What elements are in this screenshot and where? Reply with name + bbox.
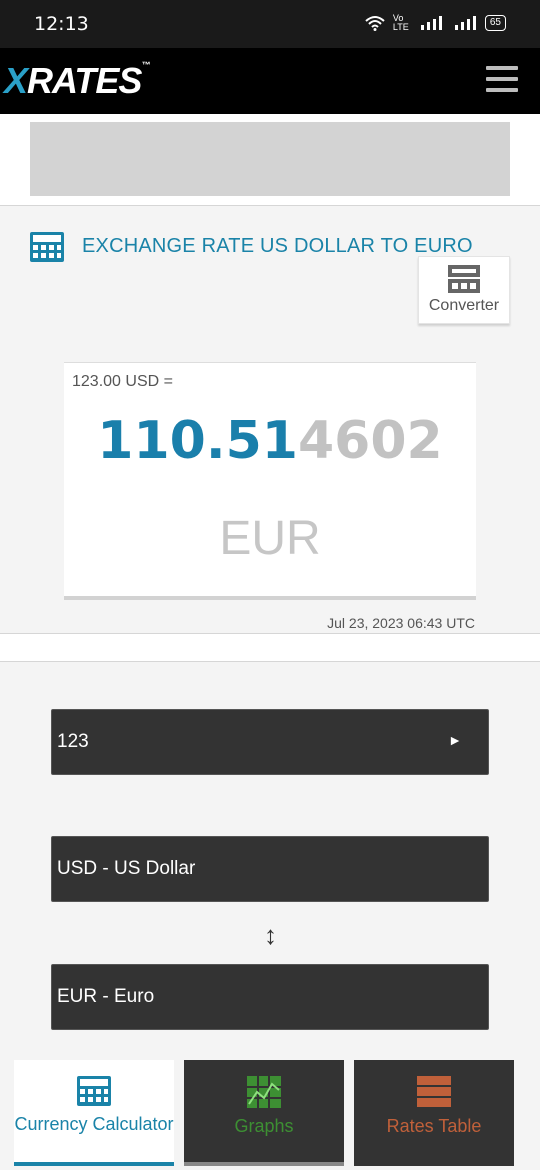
result-amount: 110.514602	[64, 411, 476, 471]
from-currency-select[interactable]: USD - US Dollar	[51, 836, 489, 902]
play-arrow-icon[interactable]: ►	[448, 732, 462, 748]
result-amount-tail: 4602	[297, 411, 443, 471]
swap-arrows-icon[interactable]: ↕	[264, 920, 277, 951]
hamburger-menu-icon[interactable]	[486, 66, 518, 92]
tab-label: Currency Calculator	[14, 1114, 174, 1134]
network-label: Vo LTE	[392, 13, 409, 32]
to-currency-value: EUR - Euro	[57, 986, 155, 1007]
status-time: 12:13	[34, 13, 89, 35]
to-currency-select[interactable]: EUR - Euro	[51, 964, 489, 1030]
wifi-icon	[365, 16, 385, 31]
page-title: EXCHANGE RATE US DOLLAR TO EURO	[82, 235, 473, 257]
ad-placeholder	[30, 122, 510, 196]
from-amount-text: 123.00 USD =	[72, 373, 173, 390]
tab-label: Rates Table	[386, 1116, 482, 1136]
rate-timestamp: Jul 23, 2023 06:43 UTC	[327, 615, 475, 631]
tab-graphs[interactable]: Graphs	[184, 1060, 344, 1166]
table-icon	[417, 1076, 451, 1107]
signal-icon-2	[454, 16, 476, 30]
signal-icon	[420, 16, 442, 30]
status-icons: Vo LTE 65	[365, 14, 506, 32]
graph-icon	[247, 1076, 281, 1108]
converter-label: Converter	[428, 297, 500, 314]
amount-input[interactable]: 123 ►	[51, 709, 489, 775]
tab-label: Graphs	[234, 1116, 294, 1136]
calculator-icon	[30, 232, 64, 262]
to-currency-code: EUR	[219, 512, 321, 565]
tab-rates-table[interactable]: Rates Table	[354, 1060, 514, 1166]
from-currency-value: USD - US Dollar	[57, 858, 196, 879]
ad-area	[0, 114, 540, 206]
section-divider	[0, 633, 540, 662]
converter-icon	[448, 265, 480, 293]
bottom-nav: Currency Calculator Graphs Rates Table	[0, 1060, 540, 1170]
result-amount-main: 110.51	[97, 411, 298, 471]
result-card: 123.00 USD = 110.514602 EUR	[64, 362, 476, 600]
amount-value: 123	[57, 731, 89, 752]
converter-button[interactable]: Converter	[418, 256, 510, 324]
calculator-icon	[77, 1076, 111, 1106]
xrates-logo[interactable]: XRATES™	[4, 60, 150, 102]
app-header: XRATES™	[0, 48, 540, 114]
tab-currency-calculator[interactable]: Currency Calculator	[14, 1060, 174, 1166]
battery-icon: 65	[484, 15, 506, 31]
status-bar: 12:13 Vo LTE 65	[0, 0, 540, 48]
